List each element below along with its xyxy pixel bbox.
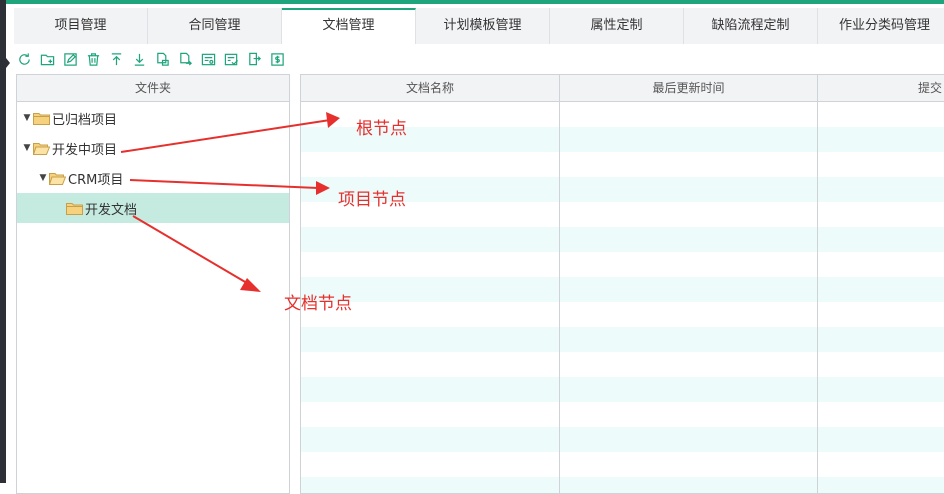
- dollar-icon[interactable]: [269, 51, 285, 67]
- tree-node-label: 开发中项目: [52, 142, 118, 158]
- table-row[interactable]: [301, 327, 944, 352]
- document-toolbar: [16, 48, 292, 70]
- open-folder-icon: [49, 172, 66, 185]
- expand-caret-icon[interactable]: ▼: [38, 173, 48, 183]
- tree-node-crm-project[interactable]: ▼ CRM项目: [17, 163, 289, 193]
- download-icon[interactable]: [131, 51, 147, 67]
- tree-node-development-docs[interactable]: 开发文档: [17, 193, 289, 223]
- file-copy-icon[interactable]: [154, 51, 170, 67]
- tree-node-label: 开发文档: [85, 202, 138, 218]
- column-header-document-name[interactable]: 文档名称: [301, 75, 560, 102]
- tab-document-management[interactable]: 文档管理: [282, 8, 416, 44]
- tab-project-management[interactable]: 项目管理: [14, 8, 148, 44]
- left-edge-strip: [0, 0, 6, 483]
- annotation-project-node: 项目节点: [338, 190, 406, 210]
- document-settings-icon[interactable]: [200, 51, 216, 67]
- tab-attribute-customization[interactable]: 属性定制: [550, 8, 684, 44]
- folder-panel: 文件夹 ▼ 已归档项目 ▼ 开发中项目 ▼ CRM项目 开发文档: [16, 74, 290, 494]
- export-icon[interactable]: [246, 51, 262, 67]
- tree-node-archived-projects[interactable]: ▼ 已归档项目: [17, 103, 289, 133]
- sidebar-collapse-notch[interactable]: [6, 58, 10, 68]
- new-folder-icon[interactable]: [39, 51, 55, 67]
- table-row[interactable]: [301, 427, 944, 452]
- edit-icon[interactable]: [62, 51, 78, 67]
- file-move-icon[interactable]: [177, 51, 193, 67]
- expand-caret-icon[interactable]: ▼: [22, 113, 32, 123]
- tab-plan-template-management[interactable]: 计划模板管理: [416, 8, 550, 44]
- column-header-last-updated[interactable]: 最后更新时间: [560, 75, 818, 102]
- tab-defect-workflow-customization[interactable]: 缺陷流程定制: [684, 8, 818, 44]
- annotation-document-node: 文档节点: [284, 294, 352, 314]
- column-header-submitter[interactable]: 提交: [818, 75, 944, 102]
- refresh-icon[interactable]: [16, 51, 32, 67]
- expand-caret-icon[interactable]: ▼: [22, 143, 32, 153]
- table-row[interactable]: [301, 227, 944, 252]
- open-folder-icon: [33, 142, 50, 155]
- table-row[interactable]: [301, 477, 944, 493]
- table-row[interactable]: [301, 377, 944, 402]
- top-accent-bar: [6, 0, 944, 4]
- tree-node-label: CRM项目: [68, 172, 124, 188]
- grid-header: 文档名称 最后更新时间 提交: [301, 75, 944, 102]
- column-divider: [559, 75, 560, 493]
- table-row[interactable]: [301, 277, 944, 302]
- annotation-root-node: 根节点: [356, 119, 407, 139]
- delete-icon[interactable]: [85, 51, 101, 67]
- tab-activity-code-management[interactable]: 作业分类码管理: [818, 8, 944, 44]
- upload-icon[interactable]: [108, 51, 124, 67]
- folder-icon: [66, 202, 83, 215]
- tab-contract-management[interactable]: 合同管理: [148, 8, 282, 44]
- folder-icon: [33, 112, 50, 125]
- checklist-icon[interactable]: [223, 51, 239, 67]
- module-tab-bar: 项目管理 合同管理 文档管理 计划模板管理 属性定制 缺陷流程定制 作业分类码管…: [14, 8, 944, 44]
- tree-node-developing-projects[interactable]: ▼ 开发中项目: [17, 133, 289, 163]
- folder-panel-header: 文件夹: [17, 75, 289, 102]
- tree-node-label: 已归档项目: [52, 112, 118, 128]
- column-divider: [817, 75, 818, 493]
